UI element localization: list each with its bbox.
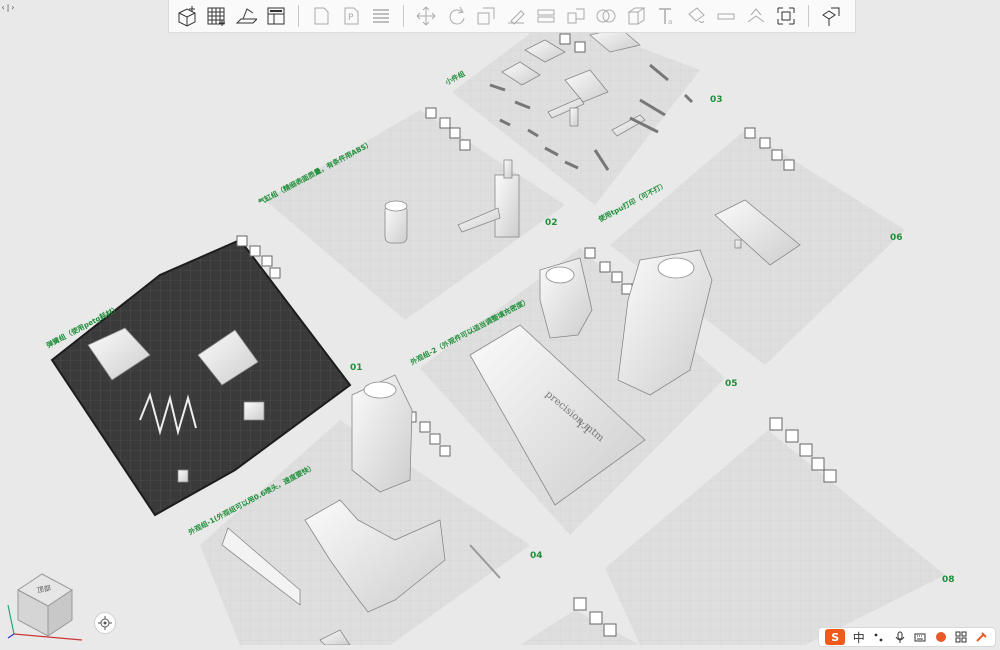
seam-button[interactable] [712,2,740,30]
main-toolbar: Pa [168,0,856,33]
orient-plate-button[interactable] [232,2,260,30]
plate-p-icon: P [344,7,359,25]
boolean-icon [596,9,616,23]
plate-02-number: 02 [545,218,558,228]
support-paint-button[interactable] [742,2,770,30]
plate-08[interactable] [605,430,945,645]
navigation-cube[interactable]: 顶部 [4,560,90,646]
toolbar-separator [808,5,809,27]
support-paint-icon [747,8,765,23]
fit-view-icon [777,7,795,25]
keyboard-icon[interactable] [913,629,927,645]
plate-partial[interactable] [520,610,640,645]
fit-view-button[interactable] [772,2,800,30]
toolbar-separator [403,5,404,27]
split-icon [567,8,585,24]
apps-icon[interactable] [954,629,968,645]
paint-icon [688,7,705,23]
text-button[interactable]: a [652,2,680,30]
layout-panel-button[interactable] [262,2,290,30]
cut-button[interactable] [532,2,560,30]
plate-p-button[interactable]: P [337,2,365,30]
paint-button[interactable] [682,2,710,30]
plate-outline-button[interactable] [307,2,335,30]
scale-button[interactable] [472,2,500,30]
ime-lang-toggle[interactable]: 中 [852,629,866,645]
boolean-button[interactable] [592,2,620,30]
add-cube-icon [178,6,196,27]
ime-toolbar: S 中 [818,627,996,647]
move-icon [416,6,436,26]
plate-04-tools[interactable] [405,411,451,457]
measure-cube-icon [627,7,646,25]
assemble-view-icon [822,7,840,26]
add-cube-button[interactable] [172,2,200,30]
rotate-icon [449,6,465,25]
plate-04-number: 04 [530,551,543,561]
grid-arrange-button[interactable] [202,2,230,30]
layout-panel-icon [267,7,285,25]
split-button[interactable] [562,2,590,30]
orient-plate-icon [235,8,257,24]
ime-logo[interactable]: S [825,629,846,645]
skin-icon[interactable] [934,629,948,645]
text-icon: a [659,8,672,26]
toolbar-separator [298,5,299,27]
tools-icon[interactable] [975,629,989,645]
layers-button[interactable] [367,2,395,30]
lay-on-face-button[interactable] [502,2,530,30]
seam-icon [717,13,735,20]
plate-06-number: 06 [890,233,903,243]
svg-text:a: a [668,18,672,26]
3d-viewport[interactable]: 01 02 03 04 05 06 08 弹簧组（使用petg耗材） 气缸组（精… [0,0,1000,645]
plate-01-number: 01 [350,363,363,373]
locate-view-button[interactable] [94,612,116,634]
svg-text:P: P [348,13,354,23]
measure-cube-button[interactable] [622,2,650,30]
plate-outline-icon [314,7,329,25]
move-button[interactable] [412,2,440,30]
plate-05-number: 05 [725,379,738,389]
assemble-view-button[interactable] [817,2,845,30]
plate-08-number: 08 [942,575,955,585]
scale-icon [477,7,495,25]
cut-icon [537,9,555,23]
lay-on-face-icon [508,10,525,25]
plate-03-number: 03 [710,95,723,105]
layers-icon [373,9,389,23]
punct-icon[interactable] [872,629,886,645]
mic-icon[interactable] [893,629,907,645]
rotate-button[interactable] [442,2,470,30]
grid-arrange-icon [207,7,225,26]
collapse-panel-button[interactable]: ‹|› [1,2,15,12]
